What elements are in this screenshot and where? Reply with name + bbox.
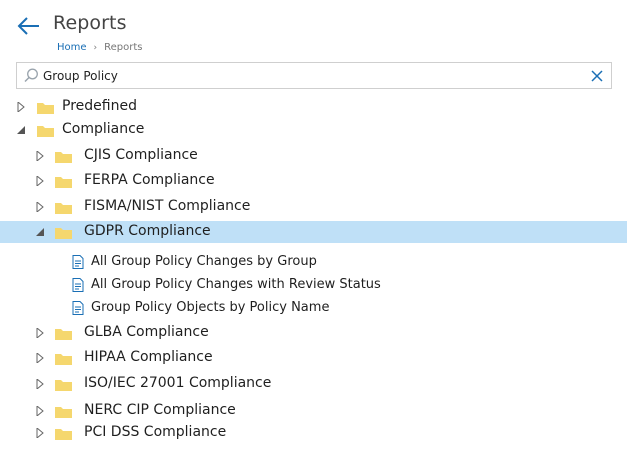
folder-icon: [55, 407, 72, 418]
report-item[interactable]: Group Policy Objects by Policy Name: [0, 297, 627, 319]
tree-node-label: FERPA Compliance: [84, 172, 215, 188]
folder-icon: [37, 126, 54, 137]
expand-arrow-icon[interactable]: [35, 328, 45, 338]
folder-icon: [55, 380, 72, 391]
expand-arrow-icon[interactable]: [35, 353, 45, 363]
expand-arrow-icon[interactable]: [35, 176, 45, 186]
collapse-arrow-icon[interactable]: [16, 125, 26, 135]
folder-icon: [55, 329, 72, 340]
folder-icon: [55, 203, 72, 214]
folder-icon: [55, 228, 72, 239]
tree-node-label: GLBA Compliance: [84, 324, 209, 340]
tree-node-label: Predefined: [62, 98, 137, 114]
tree-node-glba[interactable]: GLBA Compliance: [0, 322, 627, 344]
tree-node-label: Compliance: [62, 121, 145, 137]
report-document-icon: [72, 255, 84, 269]
report-item[interactable]: All Group Policy Changes with Review Sta…: [0, 274, 627, 296]
folder-icon: [37, 103, 54, 114]
search-box: [16, 62, 612, 89]
collapse-arrow-icon[interactable]: [35, 227, 45, 237]
tree-node-iso[interactable]: ISO/IEC 27001 Compliance: [0, 373, 627, 395]
tree-node-label: NERC CIP Compliance: [84, 402, 236, 418]
report-label: All Group Policy Changes with Review Sta…: [91, 277, 381, 292]
page-title: Reports: [53, 12, 127, 34]
tree-node-label: GDPR Compliance: [84, 223, 211, 239]
tree-node-fisma[interactable]: FISMA/NIST Compliance: [0, 196, 627, 218]
expand-arrow-icon[interactable]: [16, 102, 26, 112]
expand-arrow-icon[interactable]: [35, 428, 45, 438]
tree-node-label: PCI DSS Compliance: [84, 424, 227, 440]
back-arrow-icon[interactable]: [16, 14, 42, 38]
tree-node-label: HIPAA Compliance: [84, 349, 213, 365]
tree-node-nerc[interactable]: NERC CIP Compliance: [0, 400, 627, 422]
report-label: Group Policy Objects by Policy Name: [91, 300, 330, 315]
breadcrumb: Home › Reports: [57, 42, 143, 53]
folder-icon: [55, 152, 72, 163]
breadcrumb-home-link[interactable]: Home: [57, 42, 87, 53]
tree-node-gdpr[interactable]: GDPR Compliance: [0, 221, 627, 243]
tree-node-hipaa[interactable]: HIPAA Compliance: [0, 347, 627, 369]
folder-icon: [55, 177, 72, 188]
chevron-right-icon: ›: [93, 42, 98, 53]
tree-node-label: CJIS Compliance: [84, 147, 198, 163]
tree-node-predefined[interactable]: Predefined: [0, 96, 627, 118]
report-document-icon: [72, 278, 84, 292]
breadcrumb-current: Reports: [104, 42, 143, 53]
report-label: All Group Policy Changes by Group: [91, 254, 317, 269]
search-icon: [24, 68, 38, 83]
folder-icon: [55, 429, 72, 440]
tree-node-label: ISO/IEC 27001 Compliance: [84, 375, 272, 391]
expand-arrow-icon[interactable]: [35, 202, 45, 212]
folder-icon: [55, 354, 72, 365]
expand-arrow-icon[interactable]: [35, 406, 45, 416]
tree-node-ferpa[interactable]: FERPA Compliance: [0, 170, 627, 192]
tree-node-pci[interactable]: PCI DSS Compliance: [0, 422, 627, 444]
report-item[interactable]: All Group Policy Changes by Group: [0, 251, 627, 273]
tree-node-compliance[interactable]: Compliance: [0, 119, 627, 141]
tree-node-label: FISMA/NIST Compliance: [84, 198, 251, 214]
expand-arrow-icon[interactable]: [35, 379, 45, 389]
search-input[interactable]: [43, 66, 583, 85]
report-document-icon: [72, 301, 84, 315]
expand-arrow-icon[interactable]: [35, 151, 45, 161]
clear-search-icon[interactable]: [590, 69, 604, 83]
tree-node-cjis[interactable]: CJIS Compliance: [0, 145, 627, 167]
